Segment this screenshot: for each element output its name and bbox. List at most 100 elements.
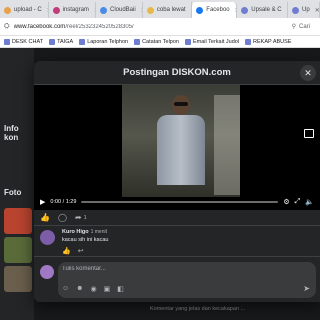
avatar-sticker-icon[interactable]: ☺ bbox=[62, 285, 69, 293]
address-bar[interactable]: ⛭ www.facebook.com/reel/2532324520528305… bbox=[0, 18, 320, 36]
tab-label: CloudBaii bbox=[110, 7, 136, 13]
tab-favicon-icon bbox=[292, 6, 300, 14]
tab-favicon-icon bbox=[241, 6, 249, 14]
comment-actions: 👍 ↩ bbox=[62, 247, 314, 255]
reaction-bar: 👍 ◯ ➦ 1 bbox=[34, 210, 320, 226]
comment-reply-icon[interactable]: ↩ bbox=[78, 247, 84, 255]
video-person-body bbox=[157, 115, 205, 185]
close-icon: ✕ bbox=[304, 67, 312, 78]
site-info-icon[interactable]: ⛭ bbox=[4, 23, 10, 31]
tab-label: coba lewat bbox=[156, 7, 186, 13]
play-button[interactable]: ▶ bbox=[40, 198, 45, 206]
tab-close-icon[interactable]: ✕ bbox=[315, 7, 319, 14]
photo-thumbnail[interactable] bbox=[4, 237, 32, 263]
settings-gear-icon[interactable]: ⚙ bbox=[283, 198, 289, 206]
bookmark-label: Laporan Telphon bbox=[87, 38, 129, 45]
tab-label: Faceboo bbox=[206, 7, 230, 13]
video-scene-light bbox=[214, 95, 240, 195]
comment-author[interactable]: Kuro Higo bbox=[62, 229, 89, 235]
bookmark-label: TAIGA bbox=[57, 38, 74, 45]
comment-author-line: Kuro Higo 1 menit bbox=[62, 229, 314, 235]
avatar bbox=[40, 265, 54, 279]
tab-favicon-icon bbox=[146, 6, 154, 14]
bookmark-item[interactable]: TAIGA bbox=[49, 38, 74, 45]
bookmark-label: Catatan Telpon bbox=[142, 38, 179, 45]
bookmark-item[interactable]: REKAP ABUSE bbox=[245, 38, 291, 45]
bookmark-item[interactable]: Laporan Telphon bbox=[79, 38, 129, 45]
browser-search[interactable]: ⚲ Cari bbox=[291, 23, 316, 31]
bookmark-item[interactable]: Catatan Telpon bbox=[134, 38, 179, 45]
bookmark-item[interactable]: Email Terkait Judol bbox=[184, 38, 240, 45]
url-host: www.facebook.com bbox=[13, 23, 66, 30]
modal-title: Postingan DISKON.com bbox=[123, 67, 231, 78]
browser-tab[interactable]: CloudBaii✕ bbox=[96, 2, 143, 18]
tab-label: upload - C bbox=[14, 7, 42, 13]
search-label: Cari bbox=[298, 23, 310, 30]
comment-like-icon[interactable]: 👍 bbox=[62, 247, 71, 255]
post-modal: Postingan DISKON.com ✕ ▶ 0:00 / 1:29 ⚙ ⤢… bbox=[34, 61, 320, 302]
comment-icon[interactable]: ◯ bbox=[58, 213, 67, 222]
browser-tab[interactable]: coba lewat✕ bbox=[143, 2, 193, 18]
video-player[interactable]: ▶ 0:00 / 1:29 ⚙ ⤢ 🔈 bbox=[34, 85, 320, 210]
comment-input[interactable] bbox=[62, 266, 262, 272]
tab-label: Up bbox=[302, 7, 310, 13]
browser-tab[interactable]: upload - C✕ bbox=[0, 2, 49, 18]
comment-composer: ☺ ☻ ◉ ▣ ◧ ➤ bbox=[34, 256, 320, 302]
comment-time[interactable]: 1 menit bbox=[91, 229, 107, 235]
fullscreen-icon[interactable]: ⤢ bbox=[295, 198, 301, 206]
bookmark-icon bbox=[4, 38, 10, 45]
tab-favicon-icon bbox=[100, 6, 107, 14]
share-icon[interactable]: ➦ bbox=[75, 213, 82, 222]
url-path: /reel/2532324520528305/ bbox=[65, 23, 134, 30]
share-count: 1 bbox=[83, 214, 87, 221]
foto-section-label: Foto bbox=[4, 188, 22, 197]
comment-text: kacau sih ini kacau bbox=[62, 237, 109, 243]
like-icon[interactable]: 👍 bbox=[40, 213, 50, 222]
gif-icon[interactable]: ▣ bbox=[104, 285, 111, 293]
bookmark-item[interactable]: DESK CHAT bbox=[4, 38, 44, 45]
send-icon[interactable]: ➤ bbox=[303, 284, 310, 293]
tab-label: Upsale & C bbox=[251, 7, 282, 13]
volume-icon[interactable]: 🔈 bbox=[305, 198, 314, 206]
sticker-icon[interactable]: ◧ bbox=[117, 285, 124, 293]
photo-thumbnail[interactable] bbox=[4, 208, 32, 234]
tab-favicon-icon bbox=[52, 6, 60, 14]
bookmark-label: DESK CHAT bbox=[12, 38, 44, 45]
current-time: 0:00 bbox=[50, 199, 62, 205]
comment-item: Kuro Higo 1 menit kacau sih ini kacau 👍 ↩ bbox=[34, 226, 320, 255]
composer-tools: ☺ ☻ ◉ ▣ ◧ bbox=[62, 285, 124, 293]
bookmark-icon bbox=[49, 38, 56, 45]
video-frame[interactable] bbox=[122, 85, 240, 197]
browser-tab[interactable]: Faceboo✕ bbox=[192, 2, 238, 18]
video-time: 0:00 / 1:29 bbox=[50, 199, 77, 205]
bookmark-icon bbox=[79, 38, 86, 45]
profile-sidebar: Info kon Foto bbox=[0, 48, 34, 320]
video-controls: ▶ 0:00 / 1:29 ⚙ ⤢ 🔈 bbox=[34, 194, 320, 210]
search-icon: ⚲ bbox=[291, 24, 296, 30]
avatar[interactable] bbox=[40, 230, 55, 245]
browser-tab[interactable]: Up ✕ bbox=[288, 2, 320, 18]
browser-tab[interactable]: instagram✕ bbox=[49, 2, 96, 18]
video-person-glasses bbox=[174, 102, 188, 106]
photo-grid bbox=[4, 208, 32, 295]
url-text[interactable]: www.facebook.com/reel/2532324520528305/ bbox=[14, 24, 288, 30]
picture-in-picture-icon[interactable] bbox=[304, 129, 314, 138]
camera-icon[interactable]: ◉ bbox=[91, 285, 97, 293]
tab-favicon-icon bbox=[4, 6, 11, 14]
bookmark-icon bbox=[245, 38, 252, 45]
video-progress-bar[interactable] bbox=[81, 201, 279, 203]
close-button[interactable]: ✕ bbox=[300, 65, 316, 81]
bookmark-icon bbox=[184, 38, 191, 45]
browser-tab[interactable]: Upsale & C✕ bbox=[237, 2, 289, 18]
modal-header: Postingan DISKON.com ✕ bbox=[34, 61, 320, 85]
info-section-label: Info kon bbox=[4, 124, 19, 142]
comment-box[interactable]: ☺ ☻ ◉ ▣ ◧ ➤ bbox=[58, 262, 316, 298]
duration: 1:29 bbox=[65, 199, 77, 205]
tab-favicon-icon bbox=[196, 6, 204, 14]
emoji-icon[interactable]: ☻ bbox=[76, 285, 83, 293]
bookmark-icon bbox=[134, 38, 141, 45]
tab-label: instagram bbox=[62, 7, 89, 13]
photo-thumbnail[interactable] bbox=[4, 266, 32, 292]
bookmarks-bar: DESK CHAT TAIGA Laporan Telphon Catatan Tel… bbox=[0, 36, 320, 48]
bookmark-label: Email Terkait Judol bbox=[192, 38, 240, 45]
